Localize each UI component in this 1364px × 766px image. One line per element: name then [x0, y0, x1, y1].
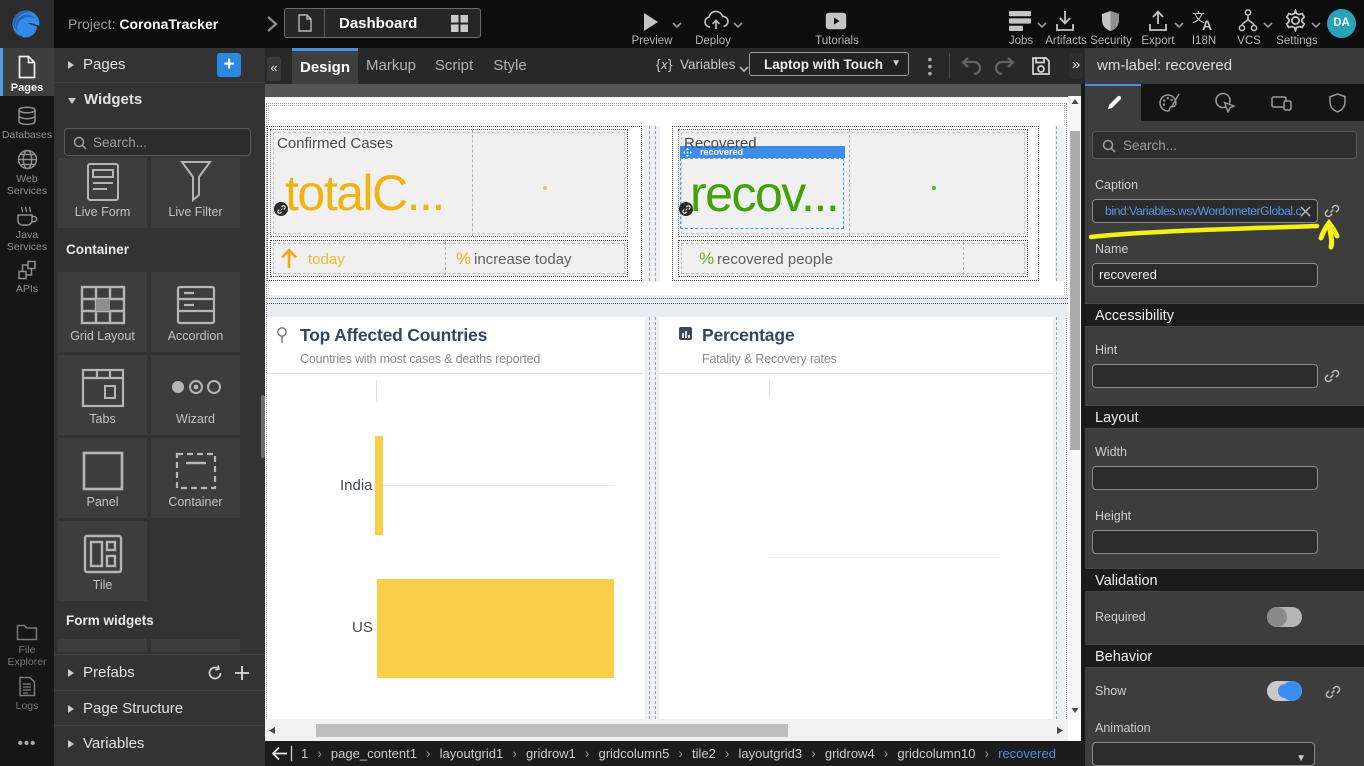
svg-text:A: A	[1202, 17, 1212, 32]
